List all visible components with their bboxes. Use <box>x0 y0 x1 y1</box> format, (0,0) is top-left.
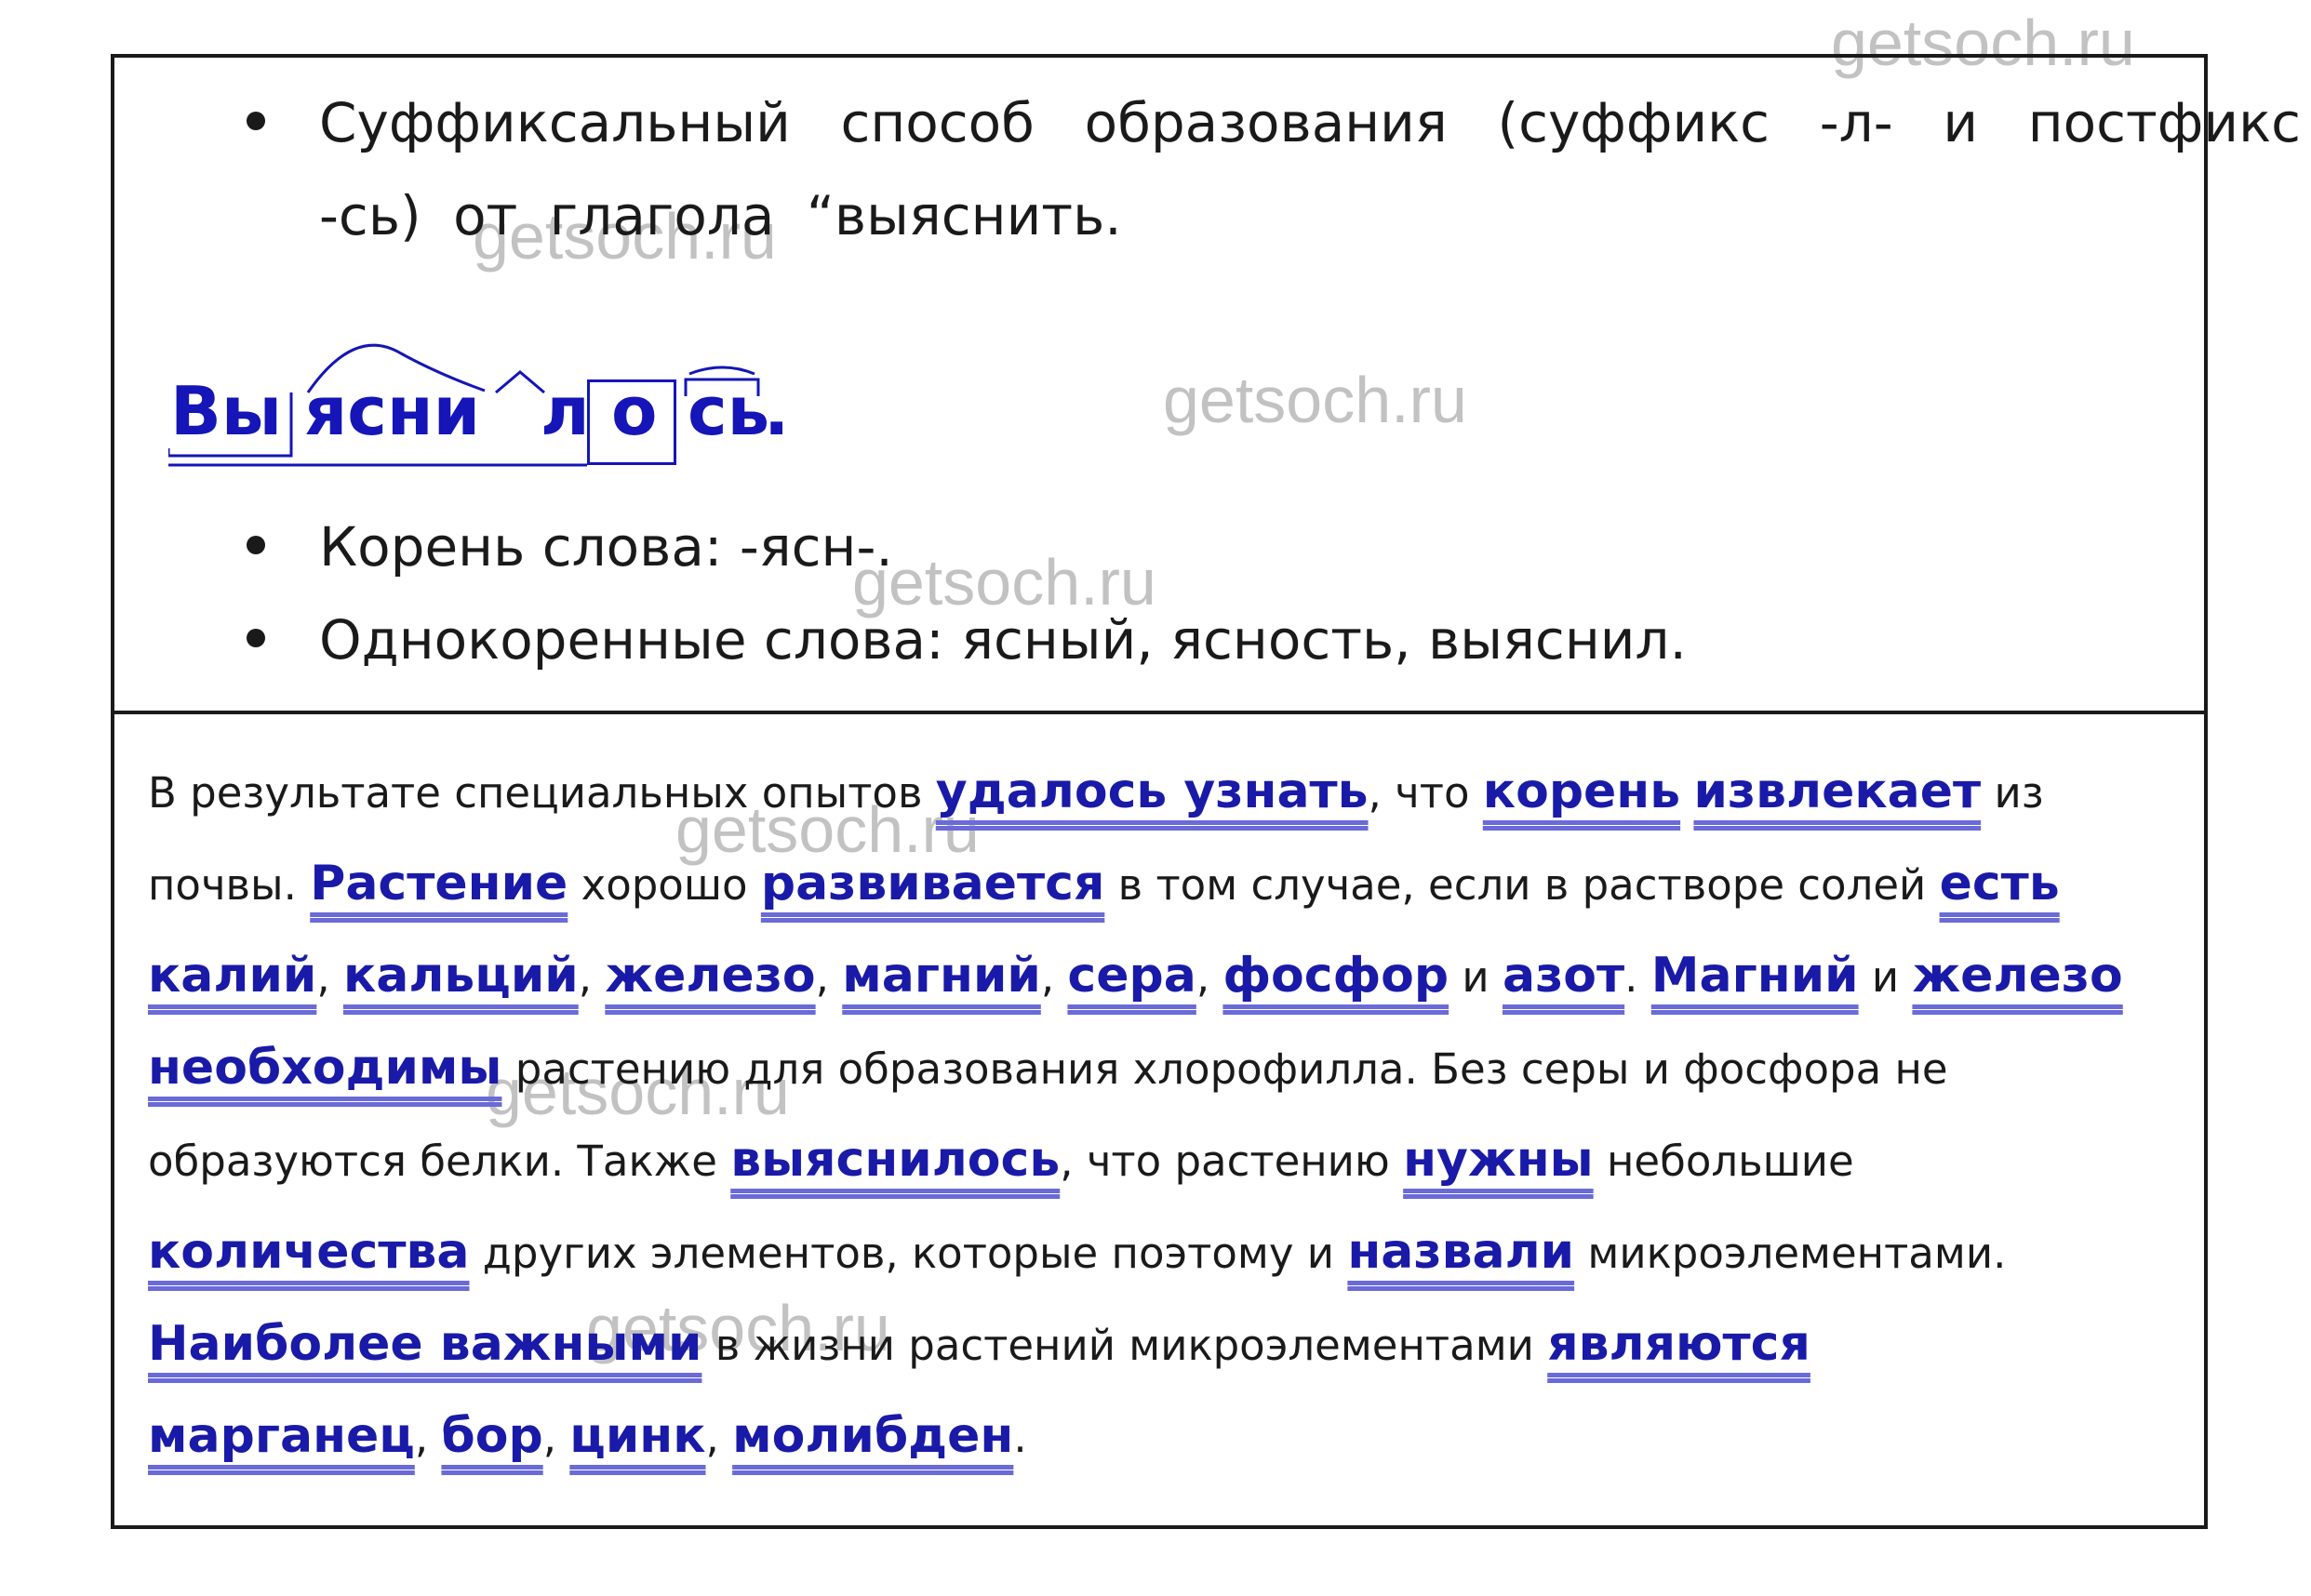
plain-text: , <box>1040 952 1068 1002</box>
plain-text: других элементов, которые поэтому и <box>469 1229 1348 1278</box>
plain-text: . <box>1013 1413 1027 1462</box>
text-line: Наиболее важными в жизни растений микроэ… <box>148 1298 2195 1390</box>
sentence-member: выяснилось <box>730 1132 1061 1188</box>
postfix: сь <box>688 372 770 450</box>
morpheme-analysis: Вы ясни л о сь . <box>168 299 789 467</box>
analyzed-text: В результате специальных опытов удалось … <box>148 746 2195 1483</box>
plain-text: , <box>705 1413 733 1462</box>
sentence-member: корень <box>1482 764 1681 819</box>
sentence-member: молибден <box>732 1408 1014 1464</box>
plain-text: почвы. <box>148 860 311 910</box>
plain-text: , что <box>1368 768 1483 818</box>
bullet-dot <box>247 629 265 647</box>
text-line: марганец, бор, цинк, молибден. <box>148 1390 2195 1483</box>
sentence-member: железо <box>1912 948 2123 1004</box>
sentence-member: калий <box>148 948 317 1004</box>
text-line: необходимы растению для образования хлор… <box>148 1022 2195 1114</box>
sentence-member: фосфор <box>1222 948 1449 1004</box>
plain-text: В результате специальных опытов <box>148 768 936 818</box>
plain-text: образуются белки. Также <box>148 1137 731 1186</box>
plain-text: . <box>1624 952 1651 1002</box>
plain-text: , <box>578 952 606 1002</box>
bullet-root: Корень слова: -ясн-. <box>247 500 2301 593</box>
sentence-member: назвали <box>1347 1224 1575 1280</box>
sentence-member: кальций <box>342 948 579 1004</box>
sentence-member: Наиболее важными <box>148 1316 702 1372</box>
bullet-text: Однокоренные слова: ясный, ясность, выяс… <box>319 608 1687 672</box>
plain-text: небольшие <box>1593 1137 1854 1186</box>
text-line: образуются белки. Также выяснилось, что … <box>148 1114 2195 1206</box>
plain-text: микроэлементами. <box>1574 1229 2007 1278</box>
text-line: калий, кальций, железо, магний, сера, фо… <box>148 930 2195 1022</box>
plain-text: из <box>1981 768 2044 818</box>
plain-text: , <box>815 952 843 1002</box>
sentence-member: Растение <box>310 856 568 911</box>
sentence-member: магний <box>842 948 1041 1004</box>
bullet-cognates: Однокоренные слова: ясный, ясность, выяс… <box>247 593 2301 686</box>
answer-frame: Суффиксальный способ образования (суффик… <box>111 54 2301 1529</box>
plain-text <box>1680 768 1693 818</box>
plain-text: , <box>316 952 343 1002</box>
sentence-member: бор <box>441 1408 543 1464</box>
sentence-member: извлекает <box>1693 764 1982 819</box>
sentence-member: цинк <box>569 1408 706 1464</box>
plain-text: , что растению <box>1060 1137 1404 1186</box>
root: ясни <box>304 372 481 450</box>
plain-text: в жизни растений микроэлементами <box>701 1321 1548 1370</box>
plain-text: хорошо <box>568 860 761 910</box>
bullet-text: Корень слова: -ясн-. <box>319 515 893 579</box>
prefix: Вы <box>170 372 282 450</box>
bullet-dot <box>247 112 265 130</box>
sentence-member: необходимы <box>148 1040 502 1096</box>
bullet-text: Суффиксальный способ образования (суффик… <box>319 91 2301 247</box>
text-line: В результате специальных опытов удалось … <box>148 746 2195 838</box>
plain-text: и <box>1449 952 1503 1002</box>
text-line: количества других элементов, которые поэ… <box>148 1206 2195 1298</box>
plain-text: , <box>542 1413 570 1462</box>
sentence-member: развивается <box>760 856 1105 911</box>
bullet-dot <box>247 536 265 554</box>
text-line: почвы. Растение хорошо развивается в том… <box>148 838 2195 930</box>
sentence-member: сера <box>1067 948 1196 1004</box>
ending: о <box>611 372 658 450</box>
sentence-member: Магний <box>1650 948 1859 1004</box>
sentence-member: являются <box>1547 1316 1810 1372</box>
sentence-member: марганец <box>148 1408 415 1464</box>
suffix: л <box>541 372 590 450</box>
plain-text: в том случае, если в растворе солей <box>1104 860 1940 910</box>
bullet-formation: Суффиксальный способ образования (суффик… <box>247 76 2301 262</box>
sentence-member: есть <box>1939 856 2060 911</box>
sentence-member: количества <box>148 1224 470 1280</box>
plain-text: , <box>1196 952 1223 1002</box>
plain-text: растению для образования хлорофилла. Без… <box>501 1044 1948 1094</box>
sentence-member: нужны <box>1403 1132 1594 1188</box>
plain-text: и <box>1858 952 1913 1002</box>
sentence-member: азот <box>1502 948 1625 1004</box>
plain-text: , <box>414 1413 442 1462</box>
section-divider <box>114 711 2204 714</box>
suffix-mark <box>495 370 545 394</box>
end-mark: . <box>764 372 790 450</box>
sentence-member: железо <box>605 948 816 1004</box>
sentence-member: удалось узнать <box>935 764 1369 819</box>
